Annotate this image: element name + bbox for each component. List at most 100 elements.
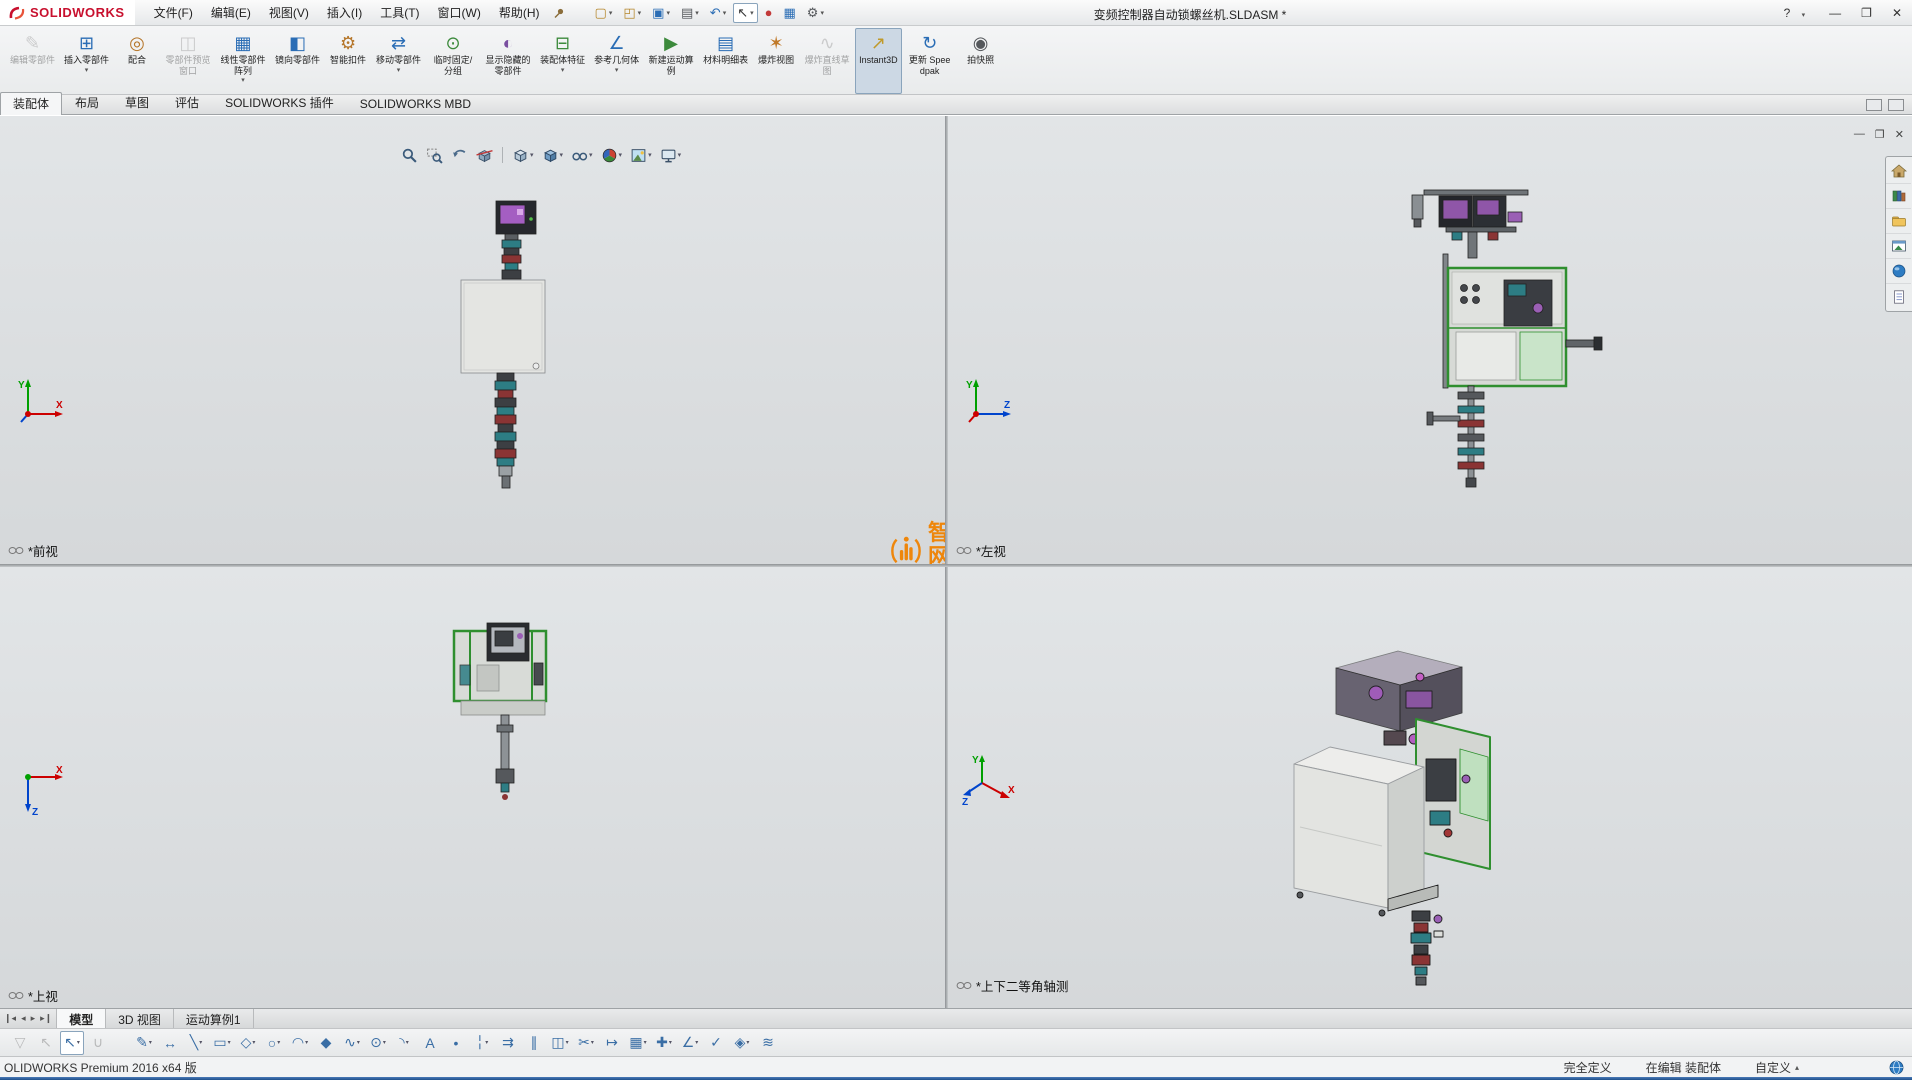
rapid-sketch-button[interactable]: ≋ ▾ bbox=[756, 1031, 780, 1055]
text-button[interactable]: A ▾ bbox=[418, 1031, 442, 1055]
bill-of-materials-button[interactable]: ▤ 材料明细表 ▾ bbox=[699, 28, 752, 94]
point-button[interactable]: • ▾ bbox=[444, 1031, 468, 1055]
select-cursor-button[interactable]: ↖ ▾ bbox=[34, 1031, 58, 1055]
selection-filter-button[interactable]: ▽ ▾ bbox=[8, 1031, 32, 1055]
scroll-tabs-next-icon[interactable]: ▸ bbox=[31, 1013, 36, 1024]
save-button[interactable]: ▣ ▾ bbox=[648, 3, 674, 23]
viewport-front[interactable]: ▾ ▾ ▾ ▾ ▾ bbox=[0, 116, 945, 564]
edit-appearance-icon[interactable]: ▾ bbox=[598, 144, 626, 166]
print-button[interactable]: ▤ ▾ bbox=[677, 3, 703, 23]
smart-fasteners-button[interactable]: ⚙ 智能扣件 ▾ bbox=[325, 28, 371, 94]
open-button[interactable]: ◰ ▾ bbox=[619, 3, 645, 23]
document-minimize-button[interactable]: — bbox=[1854, 128, 1865, 141]
viewport-left[interactable]: — ❐ ✕ Y Z *左视 bbox=[948, 116, 1912, 564]
close-button[interactable]: ✕ bbox=[1888, 4, 1906, 22]
linear-sketch-pattern-button[interactable]: ▦ ▾ bbox=[626, 1031, 650, 1055]
arc-button[interactable]: ◠ ▾ bbox=[288, 1031, 312, 1055]
viewport-top[interactable]: X Z *上视 bbox=[0, 567, 945, 1009]
unit-system-dropdown[interactable]: 自定义 bbox=[1755, 1059, 1799, 1076]
command-tab[interactable]: SOLIDWORKS MBD bbox=[347, 94, 484, 114]
quick-snaps-button[interactable]: ◈ ▾ bbox=[730, 1031, 754, 1055]
ellipse-button[interactable]: ⊙ ▾ bbox=[366, 1031, 390, 1055]
mirror-components-button[interactable]: ◧ 镜向零部件 ▾ bbox=[271, 28, 324, 94]
menu-item[interactable]: 视图(V) bbox=[260, 0, 318, 25]
scroll-tabs-previous-icon[interactable]: ◂ bbox=[21, 1013, 26, 1024]
trim-entities-button[interactable]: ✂ ▾ bbox=[574, 1031, 598, 1055]
command-tab[interactable]: 布局 bbox=[62, 91, 112, 114]
minimize-button[interactable]: — bbox=[1825, 4, 1845, 22]
edit-component-button[interactable]: ✎ 编辑零部件 ▾ bbox=[6, 28, 59, 94]
linear-component-pattern-button[interactable]: ▦ 线性零部件阵列 ▾ bbox=[216, 28, 270, 94]
temporary-fix-group-button[interactable]: ⊙ 临时固定/分组 ▾ bbox=[426, 28, 480, 94]
line-button[interactable]: ╲ ▾ bbox=[184, 1031, 208, 1055]
exploded-view-button[interactable]: ✶ 爆炸视图 ▾ bbox=[753, 28, 799, 94]
document-restore-button[interactable]: ❐ bbox=[1875, 128, 1885, 141]
apply-scene-icon[interactable]: ▾ bbox=[627, 144, 655, 166]
pushpin-icon[interactable] bbox=[553, 7, 565, 19]
explode-line-sketch-button[interactable]: ∿ 爆炸直线草图 ▾ bbox=[800, 28, 854, 94]
view-settings-icon[interactable]: ▾ bbox=[657, 144, 685, 166]
mate-button[interactable]: ◎ 配合 ▾ bbox=[114, 28, 160, 94]
menu-item[interactable]: 工具(T) bbox=[371, 0, 428, 25]
update-speedpak-button[interactable]: ↻ 更新 Speedpak ▾ bbox=[903, 28, 957, 94]
scroll-tabs-first-icon[interactable]: ❙◂ bbox=[4, 1013, 16, 1024]
zoom-to-area-icon[interactable] bbox=[423, 144, 446, 166]
circle-button[interactable]: ○ ▾ bbox=[262, 1031, 286, 1055]
rectangle-button[interactable]: ▭ ▾ bbox=[210, 1031, 234, 1055]
display-relations-button[interactable]: ∠ ▾ bbox=[678, 1031, 702, 1055]
offset-entities-button[interactable]: ∥ ▾ bbox=[522, 1031, 546, 1055]
undo-button[interactable]: ↶ ▾ bbox=[706, 3, 730, 23]
sketch-button[interactable]: ✎ ▾ bbox=[132, 1031, 156, 1055]
magnetic-lines-button[interactable]: ∪ ▾ bbox=[86, 1031, 110, 1055]
viewport-vertical-splitter[interactable] bbox=[945, 116, 948, 1008]
fillet-button[interactable]: ◝ ▾ bbox=[392, 1031, 416, 1055]
menu-item[interactable]: 文件(F) bbox=[145, 0, 202, 25]
new-motion-study-button[interactable]: ▶ 新建运动算例 ▾ bbox=[644, 28, 698, 94]
hide-show-items-icon[interactable]: ▾ bbox=[568, 144, 596, 166]
document-close-button[interactable]: ✕ bbox=[1895, 128, 1904, 141]
take-snapshot-button[interactable]: ◉ 拍快照 ▾ bbox=[958, 28, 1004, 94]
solidworks-resources-icon[interactable] bbox=[1886, 159, 1911, 184]
menu-item[interactable]: 窗口(W) bbox=[429, 0, 490, 25]
dock-left-icon[interactable] bbox=[1866, 99, 1882, 111]
move-component-button[interactable]: ⇄ 移动零部件 ▾ bbox=[372, 28, 425, 94]
section-view-icon[interactable] bbox=[473, 144, 496, 166]
options-button[interactable]: ⚙ ▾ bbox=[803, 3, 828, 23]
viewport-horizontal-splitter[interactable] bbox=[0, 564, 1912, 567]
smart-dimension-button[interactable]: ↔ ▾ bbox=[158, 1031, 182, 1055]
zoom-to-fit-icon[interactable] bbox=[398, 144, 421, 166]
menu-item[interactable]: 帮助(H) bbox=[490, 0, 549, 25]
select-tool-button[interactable]: ↖ ▾ bbox=[60, 1031, 84, 1055]
convert-entities-button[interactable]: ⇉ ▾ bbox=[496, 1031, 520, 1055]
display-style-icon[interactable]: ▾ bbox=[539, 144, 567, 166]
edit-color-button[interactable]: ▦ ▾ bbox=[780, 3, 800, 23]
repair-sketch-button[interactable]: ✓ ▾ bbox=[704, 1031, 728, 1055]
new-document-button[interactable]: ▢ ▾ bbox=[591, 3, 617, 23]
reference-geometry-button[interactable]: ∠ 参考几何体 ▾ bbox=[590, 28, 643, 94]
insert-components-button[interactable]: ⊞ 插入零部件 ▾ bbox=[60, 28, 113, 94]
model-tab[interactable]: 运动算例1 bbox=[174, 1009, 254, 1028]
design-library-icon[interactable] bbox=[1886, 184, 1911, 209]
previous-view-icon[interactable] bbox=[448, 144, 471, 166]
slot-button[interactable]: ◇ ▾ bbox=[236, 1031, 260, 1055]
menu-item[interactable]: 插入(I) bbox=[318, 0, 371, 25]
appearances-scenes-icon[interactable] bbox=[1886, 259, 1911, 284]
online-status-icon[interactable] bbox=[1889, 1060, 1904, 1075]
select-tool-button[interactable]: ↖ ▾ bbox=[733, 3, 757, 23]
maximize-button[interactable]: ❐ bbox=[1857, 4, 1876, 22]
file-explorer-icon[interactable] bbox=[1886, 209, 1911, 234]
menu-item[interactable]: 编辑(E) bbox=[202, 0, 260, 25]
command-tab[interactable]: 评估 bbox=[162, 91, 212, 114]
assembly-features-button[interactable]: ⊟ 装配体特征 ▾ bbox=[536, 28, 589, 94]
model-tab[interactable]: 模型 bbox=[57, 1009, 106, 1028]
command-tab[interactable]: 草图 bbox=[112, 91, 162, 114]
mirror-entities-button[interactable]: ◫ ▾ bbox=[548, 1031, 572, 1055]
extend-entities-button[interactable]: ↦ ▾ bbox=[600, 1031, 624, 1055]
command-tab[interactable]: 装配体 bbox=[0, 92, 62, 115]
instant3d-button[interactable]: ↗ Instant3D ▾ bbox=[855, 28, 902, 94]
dock-right-icon[interactable] bbox=[1888, 99, 1904, 111]
model-tab[interactable]: 3D 视图 bbox=[106, 1009, 174, 1028]
custom-properties-icon[interactable] bbox=[1886, 284, 1911, 309]
view-orientation-icon[interactable]: ▾ bbox=[509, 144, 537, 166]
polygon-button[interactable]: ◆ ▾ bbox=[314, 1031, 338, 1055]
